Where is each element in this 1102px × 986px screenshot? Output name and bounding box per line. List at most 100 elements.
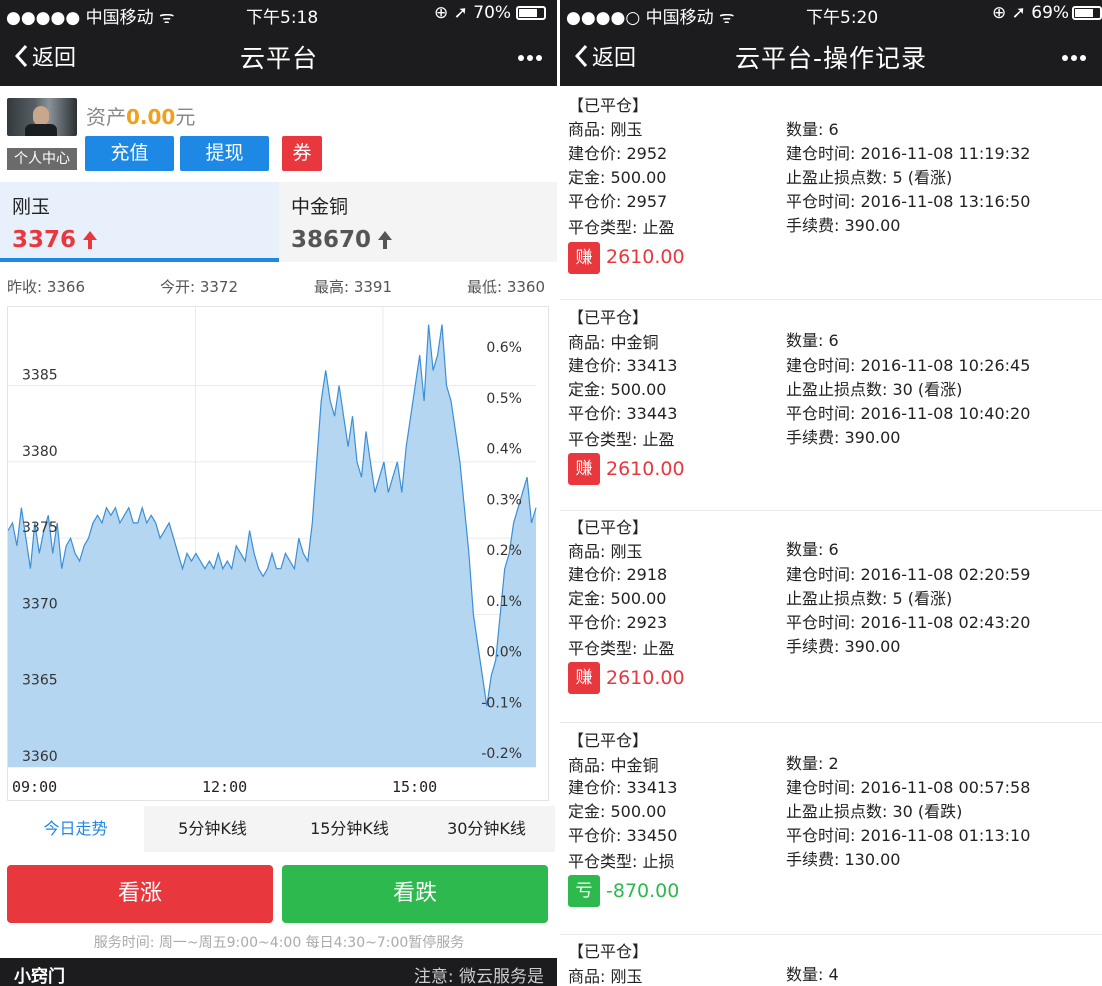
coupon-button[interactable]: 券: [282, 136, 322, 171]
nav-bar: 返回 云平台-操作记录: [560, 28, 1102, 86]
record-deposit: 定金: 500.00: [568, 589, 667, 608]
profit-badge: 赚: [568, 662, 600, 694]
record-pnl: 2610.00: [606, 458, 685, 480]
y-tick-label: 3385: [22, 368, 58, 384]
record-fee: 手续费: 390.00: [786, 637, 901, 656]
more-icon[interactable]: [515, 46, 542, 65]
battery-status: ⊕ ➚ 70%: [434, 3, 512, 23]
record-tp-sl: 止盈止损点数: 5 (看涨): [786, 589, 953, 608]
asset-value: 0.00: [126, 105, 176, 129]
record-close-type: 平仓类型: 止盈: [568, 639, 675, 658]
loss-badge: 亏: [568, 875, 600, 907]
y-right-tick-label: -0.1%: [481, 695, 522, 711]
chart-svg: 3360 3365 3370 3375 3380 3385 0.6% 0.5% 0.4% 0.3%…: [7, 307, 537, 796]
arrow-up-icon: [83, 231, 98, 249]
prev-close: 昨收: 3366: [7, 278, 85, 296]
screenshot-root: ●●●●● 中国移动 ᯤ 下午5:18 ⊕ ➚ 70% 返回 云平台 个人中心 …: [0, 0, 1102, 986]
personal-center-button[interactable]: 个人中心: [7, 148, 77, 170]
record-fee: 手续费: 130.00: [786, 850, 901, 869]
record-status: 【已平仓】: [568, 942, 649, 961]
record-open-price: 建仓价: 33413: [568, 778, 678, 797]
y-tick-label: 3365: [22, 673, 58, 689]
status-bar: ●●●●○ 中国移动 ᯤ 下午5:20 ⊕ ➚ 69%: [560, 0, 1102, 28]
record-fee: 手续费: 390.00: [786, 428, 901, 447]
record-open-time: 建仓时间: 2016-11-08 00:57:58: [786, 778, 1031, 797]
record-status: 【已平仓】: [568, 731, 649, 750]
record-status: 【已平仓】: [568, 96, 649, 115]
tab-copper[interactable]: 中金铜 38670: [279, 182, 558, 262]
record-card: 【已平仓】 商品: 中金铜 数量: 6 建仓价: 33413 建仓时间: 201…: [560, 300, 1102, 511]
price-stats: 昨收: 3366 今开: 3372 最高: 3391 最低: 3360: [0, 276, 558, 298]
product-price: 38670: [291, 227, 372, 253]
record-close-type: 平仓类型: 止盈: [568, 430, 675, 449]
record-open-time: 建仓时间: 2016-11-08 02:20:59: [786, 565, 1031, 584]
record-qty: 数量: 4: [786, 965, 839, 984]
low-price: 最低: 3360: [467, 278, 545, 296]
record-product: 商品: 刚玉: [568, 120, 643, 139]
price-area: [8, 324, 536, 767]
tab-today[interactable]: 今日走势: [7, 806, 144, 852]
record-card: 【已平仓】 商品: 刚玉 数量: 4: [560, 935, 1102, 986]
battery-icon: [1072, 6, 1102, 20]
record-open-time: 建仓时间: 2016-11-08 11:19:32: [786, 144, 1031, 163]
tab-15min[interactable]: 15分钟K线: [281, 806, 418, 852]
y-right-tick-label: 0.5%: [486, 391, 522, 407]
tips-label: 小窍门: [14, 967, 65, 986]
product-name: 刚玉: [12, 196, 51, 218]
record-product: 商品: 中金铜: [568, 333, 659, 352]
x-tick-label: 12:00: [202, 778, 247, 796]
tab-30min[interactable]: 30分钟K线: [418, 806, 555, 852]
market-screen: ●●●●● 中国移动 ᯤ 下午5:18 ⊕ ➚ 70% 返回 云平台 个人中心 …: [0, 0, 558, 986]
buy-up-button[interactable]: 看涨: [7, 865, 273, 923]
battery-icon: [516, 6, 546, 20]
record-pnl: 2610.00: [606, 667, 685, 689]
withdraw-button[interactable]: 提现: [180, 136, 269, 171]
y-tick-label: 3360: [22, 749, 58, 765]
arrow-up-icon: [378, 231, 393, 249]
more-icon[interactable]: [1059, 46, 1086, 65]
buy-down-button[interactable]: 看跌: [282, 865, 548, 923]
product-tabs: 刚玉 3376 中金铜 38670: [0, 182, 558, 262]
product-price: 3376: [12, 227, 77, 253]
avatar[interactable]: [7, 98, 77, 136]
y-tick-label: 3370: [22, 596, 58, 612]
record-close-time: 平仓时间: 2016-11-08 10:40:20: [786, 404, 1031, 423]
y-tick-label: 3380: [22, 444, 58, 460]
y-right-tick-label: 0.1%: [486, 594, 522, 610]
clock: 下午5:20: [806, 8, 879, 28]
tab-5min[interactable]: 5分钟K线: [144, 806, 281, 852]
records-screen: ●●●●○ 中国移动 ᯤ 下午5:20 ⊕ ➚ 69% 返回 云平台-操作记录 …: [560, 0, 1102, 986]
profit-badge: 赚: [568, 453, 600, 485]
y-right-tick-label: 0.0%: [486, 645, 522, 661]
battery-status: ⊕ ➚ 69%: [992, 3, 1070, 23]
record-product: 商品: 中金铜: [568, 756, 659, 775]
record-product: 商品: 刚玉: [568, 542, 643, 561]
status-bar: ●●●●● 中国移动 ᯤ 下午5:18 ⊕ ➚ 70%: [0, 0, 558, 28]
intraday-chart[interactable]: 3360 3365 3370 3375 3380 3385 0.6% 0.5% 0.4% 0.3%…: [7, 306, 549, 801]
carrier-label: ●●●●● 中国移动 ᯤ: [6, 8, 175, 28]
record-close-price: 平仓价: 33450: [568, 826, 678, 845]
record-deposit: 定金: 500.00: [568, 380, 667, 399]
record-qty: 数量: 6: [786, 120, 839, 139]
y-right-tick-label: 0.4%: [486, 442, 522, 458]
record-pnl: 2610.00: [606, 246, 685, 268]
record-card: 【已平仓】 商品: 刚玉 数量: 6 建仓价: 2952 建仓时间: 2016-…: [560, 86, 1102, 300]
tab-corundum[interactable]: 刚玉 3376: [0, 182, 279, 262]
x-tick-label: 15:00: [392, 778, 437, 796]
y-right-tick-label: 0.2%: [486, 543, 522, 559]
record-close-price: 平仓价: 2957: [568, 192, 668, 211]
record-tp-sl: 止盈止损点数: 30 (看跌): [786, 802, 963, 821]
open-price: 今开: 3372: [160, 278, 238, 296]
page-title: 云平台: [239, 44, 318, 73]
record-status: 【已平仓】: [568, 518, 649, 537]
asset-unit: 元: [175, 105, 196, 129]
recharge-button[interactable]: 充值: [85, 136, 174, 171]
profit-badge: 赚: [568, 242, 600, 274]
nav-bar: 返回 云平台: [0, 28, 558, 86]
chart-period-tabs: 今日走势 5分钟K线 15分钟K线 30分钟K线: [7, 806, 555, 852]
record-qty: 数量: 2: [786, 754, 839, 773]
record-close-price: 平仓价: 2923: [568, 613, 668, 632]
record-close-time: 平仓时间: 2016-11-08 13:16:50: [786, 192, 1031, 211]
page-title: 云平台-操作记录: [734, 44, 928, 73]
asset-label: 资产: [86, 105, 126, 129]
